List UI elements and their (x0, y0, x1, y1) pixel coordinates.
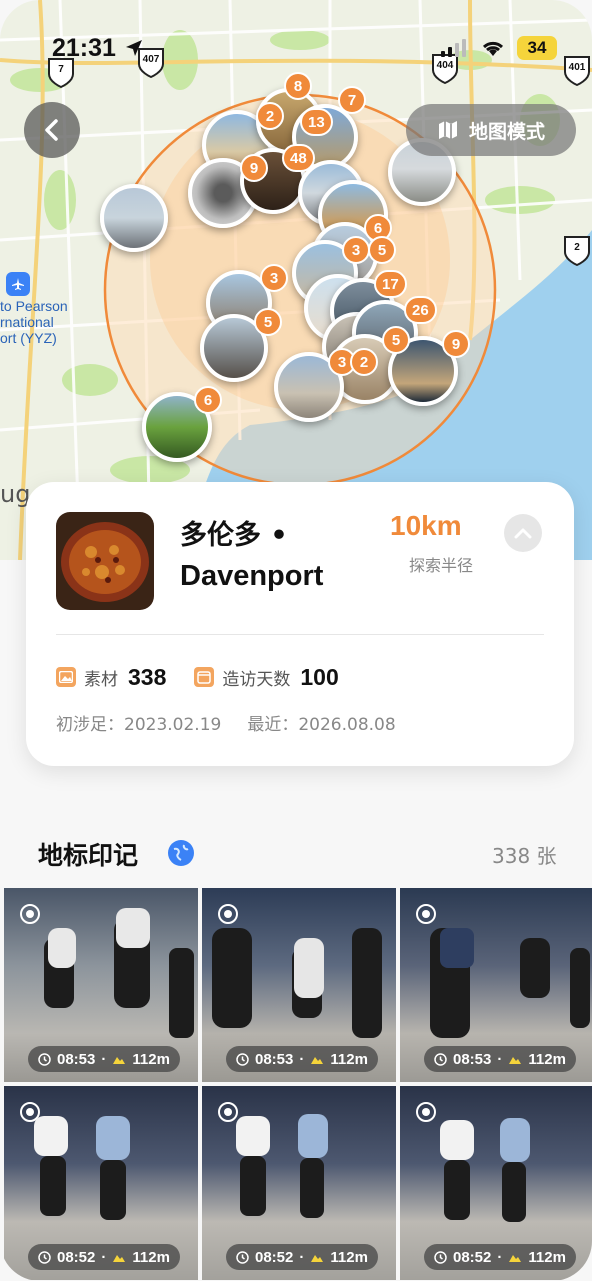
photo-material-icon (56, 667, 76, 687)
live-photo-icon (218, 904, 238, 924)
mountain-icon (311, 1057, 324, 1064)
photo-count-badge: 26 (404, 296, 437, 324)
cellular-signal-icon (441, 39, 466, 57)
globe-icon (168, 840, 194, 866)
photo-meta-pill: 08:52 · 112m (226, 1244, 378, 1270)
explore-radius-label: 探索半径 (409, 556, 474, 575)
photo-thumbnail[interactable]: 08:53 · 112m (400, 888, 592, 1082)
photo-thumbnail[interactable]: 08:53 · 112m (202, 888, 396, 1082)
live-photo-icon (416, 1102, 436, 1122)
wifi-icon (482, 41, 504, 56)
map-view[interactable]: 7 407 404 401 2 to Pearson rnational ort… (0, 0, 592, 560)
photo-count-badge: 8 (284, 72, 312, 100)
photo-count-badge: 6 (194, 386, 222, 414)
photo-cluster[interactable] (100, 184, 168, 252)
clock-icon (434, 1250, 447, 1264)
photo-meta-pill: 08:52 · 112m (424, 1244, 576, 1270)
card-divider (56, 634, 544, 635)
explore-radius-value: 10km (390, 510, 462, 541)
calendar-icon (194, 667, 215, 687)
materials-value: 338 (128, 663, 167, 690)
photo-thumbnail[interactable]: 08:52 · 112m (400, 1086, 592, 1280)
photo-count-badge: 17 (374, 270, 407, 298)
photo-meta-pill: 08:53 · 112m (28, 1046, 180, 1072)
photo-count-badge: 5 (254, 308, 282, 336)
map-mode-label: 地图模式 (468, 120, 545, 143)
chevron-up-icon (514, 528, 532, 539)
back-button[interactable] (24, 102, 80, 158)
photo-count-badge: 3 (342, 236, 370, 264)
clock-icon (38, 1250, 51, 1264)
mountain-icon (509, 1255, 522, 1262)
photo-meta-pill: 08:52 · 112m (28, 1244, 180, 1270)
map-icon (438, 121, 457, 139)
clock-icon (236, 1250, 249, 1264)
photo-thumbnail[interactable]: 08:52 · 112m (202, 1086, 396, 1280)
photo-count: 338 张 (492, 844, 557, 868)
live-photo-icon (218, 1102, 238, 1122)
location-arrow-icon (126, 40, 142, 56)
mountain-icon (509, 1057, 522, 1064)
map-mode-button[interactable]: 地图模式 (406, 104, 576, 156)
chevron-left-icon (45, 119, 58, 141)
collapse-button[interactable] (504, 514, 542, 552)
app-screen: 7 407 404 401 2 to Pearson rnational ort… (0, 0, 592, 1281)
visit-days-value: 100 (300, 663, 339, 690)
visit-days-label: 造访天数 (222, 669, 291, 690)
mountain-icon (113, 1255, 126, 1262)
photo-count-badge: 13 (300, 108, 333, 136)
place-info-card: 多伦多 • Davenport 10km 探索半径 素材 338 造访天数 10… (26, 482, 574, 766)
live-photo-icon (20, 1102, 40, 1122)
place-name: 多伦多 • Davenport (180, 520, 324, 592)
stats-row: 素材 338 造访天数 100 (56, 660, 367, 694)
photo-count-badge: 2 (350, 348, 378, 376)
photo-meta-pill: 08:53 · 112m (226, 1046, 378, 1072)
photo-count-badge: 2 (256, 102, 284, 130)
visit-dates: 初涉足：2023.02.19 最近：2026.08.08 (56, 710, 396, 735)
photo-meta-pill: 08:53 · 112m (424, 1046, 576, 1072)
photo-count-badge: 48 (282, 144, 315, 172)
materials-label: 素材 (84, 669, 118, 690)
photo-count-badge: 7 (338, 86, 366, 114)
clock-icon (434, 1052, 447, 1066)
battery-indicator: 34 (517, 36, 557, 60)
latest-visit-date: 最近：2026.08.08 (247, 715, 396, 735)
mountain-icon (113, 1057, 126, 1064)
photo-count-badge: 5 (382, 326, 410, 354)
clock-icon (236, 1052, 249, 1066)
photo-cluster-layer: 8 7 13 2 48 9 6 3 5 3 17 26 5 5 3 2 9 6 (0, 0, 592, 560)
section-title: 地标印记 (38, 841, 139, 870)
photo-thumbnail[interactable]: 08:53 · 112m (4, 888, 198, 1082)
clock-icon (38, 1052, 51, 1066)
photo-count-badge: 9 (240, 154, 268, 182)
clock: 21:31 (52, 34, 116, 62)
live-photo-icon (20, 904, 40, 924)
mountain-icon (311, 1255, 324, 1262)
photo-count-badge: 9 (442, 330, 470, 358)
live-photo-icon (416, 904, 436, 924)
photo-count-badge: 3 (260, 264, 288, 292)
status-bar: 21:31 34 (0, 30, 592, 70)
place-thumbnail[interactable] (56, 512, 154, 610)
photo-count-badge: 5 (368, 236, 396, 264)
first-visit-date: 初涉足：2023.02.19 (56, 715, 222, 735)
photo-thumbnail[interactable]: 08:52 · 112m (4, 1086, 198, 1280)
